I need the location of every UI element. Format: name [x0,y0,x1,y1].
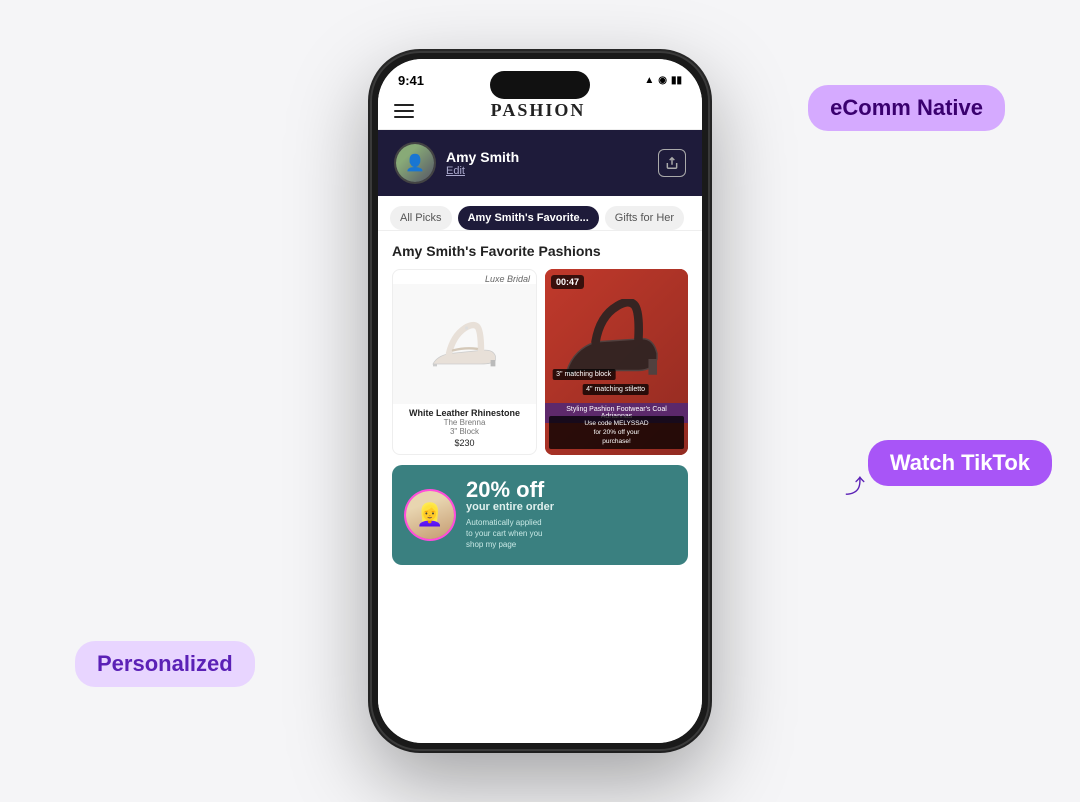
app-logo: PASHION [491,100,586,121]
product-card[interactable]: Luxe Bridal [392,269,537,455]
edit-link[interactable]: Edit [446,165,519,177]
share-button[interactable] [658,149,686,177]
video-background: 00:47 [545,269,688,455]
video-timer: 00:47 [551,275,584,289]
tab-amy-favorites[interactable]: Amy Smith's Favorite... [458,206,599,230]
banner-avatar: 👱‍♀️ [404,489,456,541]
banner-subtitle: your entire order [466,501,676,513]
brand-label: Luxe Bridal [393,270,536,284]
hamburger-menu[interactable] [394,104,414,118]
tab-gifts-for-her[interactable]: Gifts for Her [605,206,684,230]
ecomm-native-tooltip: eComm Native [808,85,1005,131]
product-info: White Leather Rhinestone The Brenna 3" B… [393,404,536,454]
profile-text: Amy Smith Edit [446,149,519,177]
status-icons: ▲ ◉ ▮▮ [644,75,682,86]
banner-avatar-img: 👱‍♀️ [406,491,454,539]
product-image [393,284,536,404]
product-price: $230 [399,438,530,448]
profile-info: 👤 Amy Smith Edit [394,142,519,184]
section-title: Amy Smith's Favorite Pashions [392,243,688,259]
promo-code: Use code MELYSSADfor 20% off yourpurchas… [549,416,684,449]
personalized-tooltip: Personalized [75,641,255,687]
banner-description: Automatically appliedto your cart when y… [466,517,676,551]
profile-name: Amy Smith [446,149,519,165]
product-sub: The Brenna [399,418,530,427]
promo-banner[interactable]: 👱‍♀️ 20% off your entire order Automatic… [392,465,688,565]
phone-screen: 9:41 ▲ ◉ ▮▮ PASHION [378,59,702,743]
banner-discount: 20% off [466,479,676,501]
cursor-arrow: ⤴ [845,470,865,499]
dynamic-island [490,71,590,99]
video-tags: 3" matching block 4" matching stiletto [552,369,681,395]
banner-text: 20% off your entire order Automatically … [466,479,676,551]
product-grid: Luxe Bridal [392,269,688,455]
battery-icon: ▮▮ [671,75,682,86]
scene: eComm Native Watch TikTok Personalized ⤴… [0,0,1080,802]
tabs-bar: All Picks Amy Smith's Favorite... Gifts … [378,196,702,231]
avatar-inner: 👤 [396,144,434,182]
profile-header: 👤 Amy Smith Edit [378,130,702,196]
wifi-icon: ◉ [658,75,667,86]
status-time: 9:41 [398,73,424,88]
product-size: 3" Block [399,427,530,436]
video-card[interactable]: 00:47 [545,269,688,455]
watch-tiktok-tooltip: Watch TikTok [868,440,1052,486]
avatar: 👤 [394,142,436,184]
signal-icon: ▲ [644,75,654,86]
main-content: Amy Smith's Favorite Pashions Luxe Brida… [378,231,702,743]
phone-frame: 9:41 ▲ ◉ ▮▮ PASHION [370,51,710,751]
video-tag-stiletto: 4" matching stiletto [582,384,649,395]
tab-all-picks[interactable]: All Picks [390,206,452,230]
video-tag-block: 3" matching block [552,369,615,380]
product-name: White Leather Rhinestone [399,408,530,418]
